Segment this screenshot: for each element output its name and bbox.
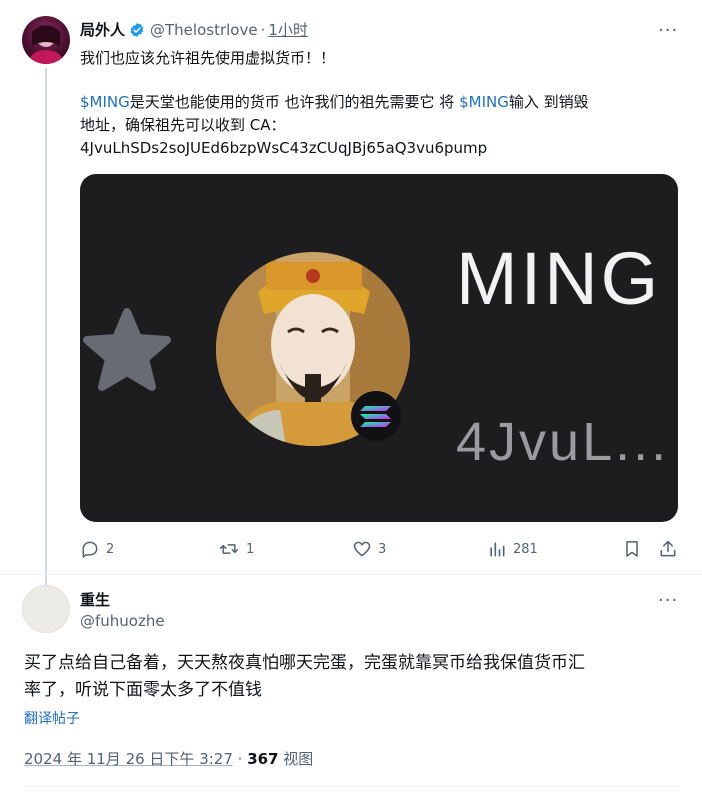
separator-dot: · [260, 20, 266, 39]
verified-icon [129, 22, 145, 38]
reply-views-count: 367 [247, 750, 279, 768]
reply-author-avatar[interactable] [22, 585, 70, 633]
reply-count: 2 [106, 541, 115, 557]
translate-post-link[interactable]: 翻译帖子 [24, 708, 80, 728]
views-count: 281 [513, 541, 538, 557]
cashtag-ming-link-2[interactable]: $MING [459, 93, 509, 111]
tweet-divider [0, 574, 702, 575]
reply-author-handle[interactable]: @fuhuozhe [80, 612, 165, 630]
like-count: 3 [378, 541, 387, 557]
retweet-action[interactable]: 1 [218, 538, 254, 560]
bottom-divider [24, 786, 679, 787]
reply-icon [82, 541, 98, 558]
views-action[interactable]: 281 [487, 538, 538, 560]
tweet-line-2: $MING是天堂也能使用的货币 也许我们的祖先需要它 将 $MING输入 到销毁 [80, 91, 589, 114]
like-action[interactable]: 3 [352, 538, 386, 560]
tweet-line-2-mid: 是天堂也能使用的货币 也许我们的祖先需要它 将 [129, 93, 460, 111]
media-ming-title: MING [456, 237, 661, 320]
star-icon [83, 308, 171, 391]
views-icon [490, 542, 505, 557]
reply-meta: 2024 年 11月 26 日下午 3:27 · 367 视图 [24, 748, 313, 769]
tweet-line-1: 我们也应该允许祖先使用虚拟货币！！ [80, 49, 336, 67]
author-name[interactable]: 局外人 [80, 19, 125, 40]
share-icon [660, 540, 676, 557]
solana-icon [351, 391, 401, 441]
reply-text-line-2: 率了，听说下面零太多了不值钱 [24, 680, 262, 700]
retweet-icon [219, 544, 239, 554]
reply-date[interactable]: 2024 年 11月 26 日下午 3:27 [24, 750, 233, 768]
author-handle[interactable]: @Thelostrlove [150, 21, 258, 39]
reply-action[interactable]: 2 [80, 538, 114, 560]
share-action[interactable] [658, 538, 678, 560]
tweet-line-3: 地址，确保祖先可以收到 CA： [80, 116, 286, 134]
like-icon [353, 541, 371, 557]
tweet-line-2-end: 输入 到销毁 [508, 93, 589, 111]
reply-views-label: 视图 [278, 750, 314, 768]
reply-text: 买了点给自己备着，天天熬夜真怕哪天完蛋，完蛋就靠冥币给我保值货币汇 率了，听说下… [24, 650, 674, 704]
cashtag-ming-link[interactable]: $MING [80, 93, 130, 111]
contract-address: 4JvuLhSDs2soJUEd6bzpWsC43zCUqJBj65aQ3vu6… [80, 139, 488, 157]
tweet-time[interactable]: 1小时 [268, 19, 308, 40]
more-icon[interactable]: ··· [658, 20, 678, 41]
reply-more-icon[interactable]: ··· [658, 590, 678, 611]
bookmark-action[interactable] [622, 538, 642, 560]
tweet-header: 局外人 @Thelostrlove · 1小时 [80, 19, 308, 40]
bookmark-icon [626, 541, 638, 557]
tweet-media-image[interactable]: MING 4JvuL... [80, 174, 678, 522]
retweet-count: 1 [246, 541, 255, 557]
thread-line [45, 68, 47, 590]
reply-author-name[interactable]: 重生 [80, 589, 110, 610]
reply-text-line-1: 买了点给自己备着，天天熬夜真怕哪天完蛋，完蛋就靠冥币给我保值货币汇 [24, 653, 585, 673]
media-ca-short: 4JvuL... [456, 412, 669, 472]
meta-dot: · [232, 750, 248, 768]
author-avatar[interactable] [22, 16, 70, 64]
